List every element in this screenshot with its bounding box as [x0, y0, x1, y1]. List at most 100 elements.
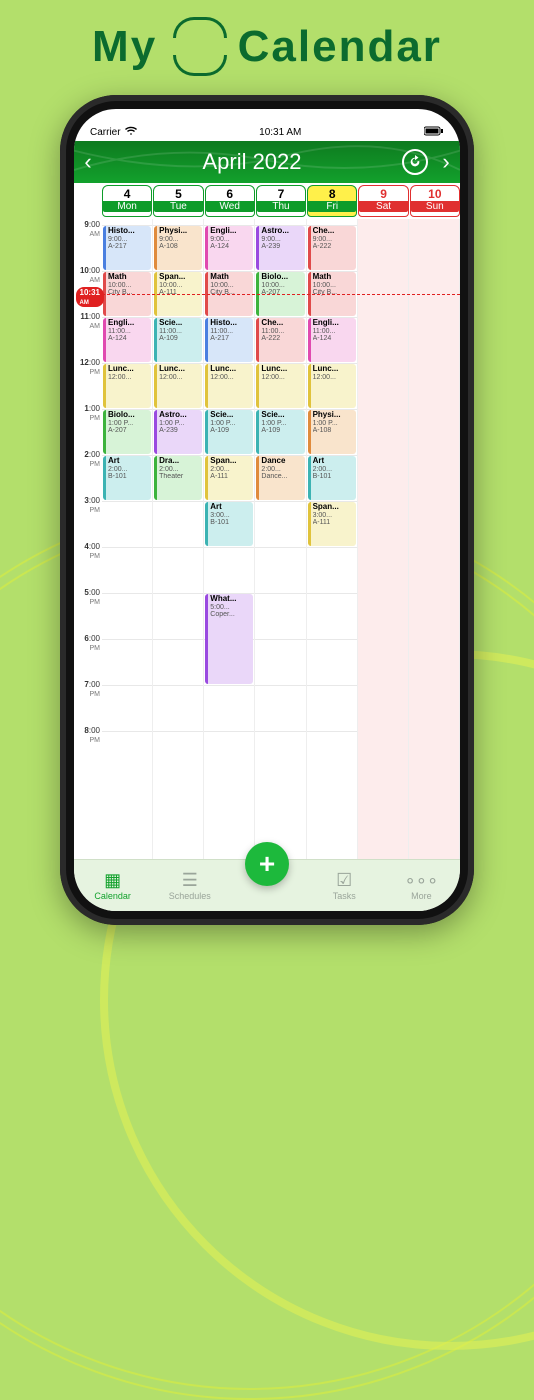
day-tab-tue[interactable]: 5Tue [153, 185, 203, 217]
event-title: Span... [313, 503, 354, 512]
event-time: 1:00 P... [313, 420, 354, 428]
hour-label: 1:00PM [84, 404, 100, 422]
tab-bar: ▦ Calendar ☰ Schedules ☑ Tasks ∘∘∘ More … [74, 859, 460, 911]
event-room: B-101 [210, 519, 251, 527]
event-room: A-109 [210, 427, 251, 435]
event-block[interactable]: Scie...11:00...A-109 [154, 318, 202, 362]
day-column: Che...9:00...A-222Math10:00...City B...E… [307, 219, 358, 859]
day-name: Fri [308, 201, 356, 212]
event-block[interactable]: Che...9:00...A-222 [308, 226, 356, 270]
event-title: Math [210, 273, 251, 282]
event-room: A-207 [108, 427, 149, 435]
day-tab-thu[interactable]: 7Thu [256, 185, 306, 217]
event-block[interactable]: Lunc...12:00... [308, 364, 356, 408]
event-room: B-101 [108, 473, 149, 481]
event-block[interactable]: Lunc...12:00... [103, 364, 151, 408]
screen: Carrier 10:31 AM ‹ April 2022 › 4Mon5Tue… [74, 109, 460, 911]
event-block[interactable]: Art3:00...B-101 [205, 502, 253, 546]
event-block[interactable]: Physi...1:00 P...A-108 [308, 410, 356, 454]
app-title: My Calendar [0, 22, 534, 72]
event-time: 12:00... [159, 374, 200, 382]
event-title: Art [313, 457, 354, 466]
day-tab-fri[interactable]: 8Fri [307, 185, 357, 217]
event-block[interactable]: Art2:00...B-101 [308, 456, 356, 500]
event-time: 2:00... [108, 466, 149, 474]
day-name: Sun [411, 201, 459, 212]
tab-calendar-label: Calendar [94, 891, 131, 901]
day-tab-sun[interactable]: 10Sun [410, 185, 460, 217]
event-block[interactable]: Engli...11:00...A-124 [103, 318, 151, 362]
event-title: Math [108, 273, 149, 282]
event-title: Engli... [313, 319, 354, 328]
day-number: 9 [359, 187, 407, 201]
event-block[interactable]: Astro...9:00...A-239 [256, 226, 304, 270]
day-column: Astro...9:00...A-239Biolo...10:00...A-20… [255, 219, 306, 859]
tab-schedules[interactable]: ☰ Schedules [151, 870, 228, 901]
status-bar: Carrier 10:31 AM [74, 121, 460, 141]
day-tab-wed[interactable]: 6Wed [205, 185, 255, 217]
event-block[interactable]: Dance2:00...Dance... [256, 456, 304, 500]
event-time: 12:00... [261, 374, 302, 382]
event-block[interactable]: Dra...2:00...Theater [154, 456, 202, 500]
more-icon: ∘∘∘ [383, 870, 460, 891]
event-block[interactable]: Lunc...12:00... [205, 364, 253, 408]
event-block[interactable]: Engli...11:00...A-124 [308, 318, 356, 362]
event-title: Scie... [159, 319, 200, 328]
day-column: Histo...9:00...A-217Math10:00...City B..… [102, 219, 153, 859]
hour-label: 6:00PM [84, 634, 100, 652]
event-block[interactable]: Span...2:00...A-111 [205, 456, 253, 500]
event-time: 11:00... [261, 328, 302, 336]
add-button[interactable]: + [245, 842, 289, 886]
day-column [358, 219, 409, 859]
event-block[interactable]: Che...11:00...A-222 [256, 318, 304, 362]
event-block[interactable]: What...5:00...Coper... [205, 594, 253, 684]
tab-more[interactable]: ∘∘∘ More [383, 870, 460, 901]
app-title-left: My [92, 22, 157, 71]
tab-calendar[interactable]: ▦ Calendar [74, 870, 151, 901]
event-room: A-124 [313, 335, 354, 343]
event-block[interactable]: Lunc...12:00... [256, 364, 304, 408]
event-title: Engli... [108, 319, 149, 328]
day-number: 5 [154, 187, 202, 201]
event-title: Scie... [210, 411, 251, 420]
calendar-grid[interactable]: 9:00AM10:00AM11:00AM12:00PM1:00PM2:00PM3… [74, 219, 460, 859]
event-block[interactable]: Engli...9:00...A-124 [205, 226, 253, 270]
tab-tasks[interactable]: ☑ Tasks [306, 870, 383, 901]
event-block[interactable]: Scie...1:00 P...A-109 [256, 410, 304, 454]
day-tab-sat[interactable]: 9Sat [358, 185, 408, 217]
event-title: Engli... [210, 227, 251, 236]
event-title: Biolo... [261, 273, 302, 282]
hour-label: 3:00PM [84, 496, 100, 514]
event-title: Astro... [261, 227, 302, 236]
event-title: Dance [261, 457, 302, 466]
event-room: A-217 [210, 335, 251, 343]
status-time: 10:31 AM [259, 127, 301, 138]
day-tab-mon[interactable]: 4Mon [102, 185, 152, 217]
event-room: A-222 [313, 243, 354, 251]
event-time: 2:00... [313, 466, 354, 474]
event-block[interactable]: Physi...9:00...A-108 [154, 226, 202, 270]
event-block[interactable]: Astro...1:00 P...A-239 [154, 410, 202, 454]
hour-label: 11:00AM [80, 312, 100, 330]
event-time: 5:00... [210, 604, 251, 612]
event-block[interactable]: Scie...1:00 P...A-109 [205, 410, 253, 454]
event-block[interactable]: Span...3:00...A-111 [308, 502, 356, 546]
event-room: A-111 [159, 289, 200, 297]
event-time: 10:00... [159, 282, 200, 290]
event-block[interactable]: Histo...9:00...A-217 [103, 226, 151, 270]
carrier-label: Carrier [90, 127, 121, 138]
event-title: Lunc... [210, 365, 251, 374]
day-name: Tue [154, 201, 202, 212]
event-room: A-108 [313, 427, 354, 435]
hour-label: 9:00AM [84, 220, 100, 238]
hour-label: 8:00PM [84, 726, 100, 744]
event-block[interactable]: Lunc...12:00... [154, 364, 202, 408]
event-block[interactable]: Biolo...1:00 P...A-207 [103, 410, 151, 454]
event-block[interactable]: Histo...11:00...A-217 [205, 318, 253, 362]
event-title: Dra... [159, 457, 200, 466]
event-block[interactable]: Art2:00...B-101 [103, 456, 151, 500]
event-time: 3:00... [210, 512, 251, 520]
event-time: 10:00... [261, 282, 302, 290]
event-title: Physi... [159, 227, 200, 236]
day-name: Sat [359, 201, 407, 212]
